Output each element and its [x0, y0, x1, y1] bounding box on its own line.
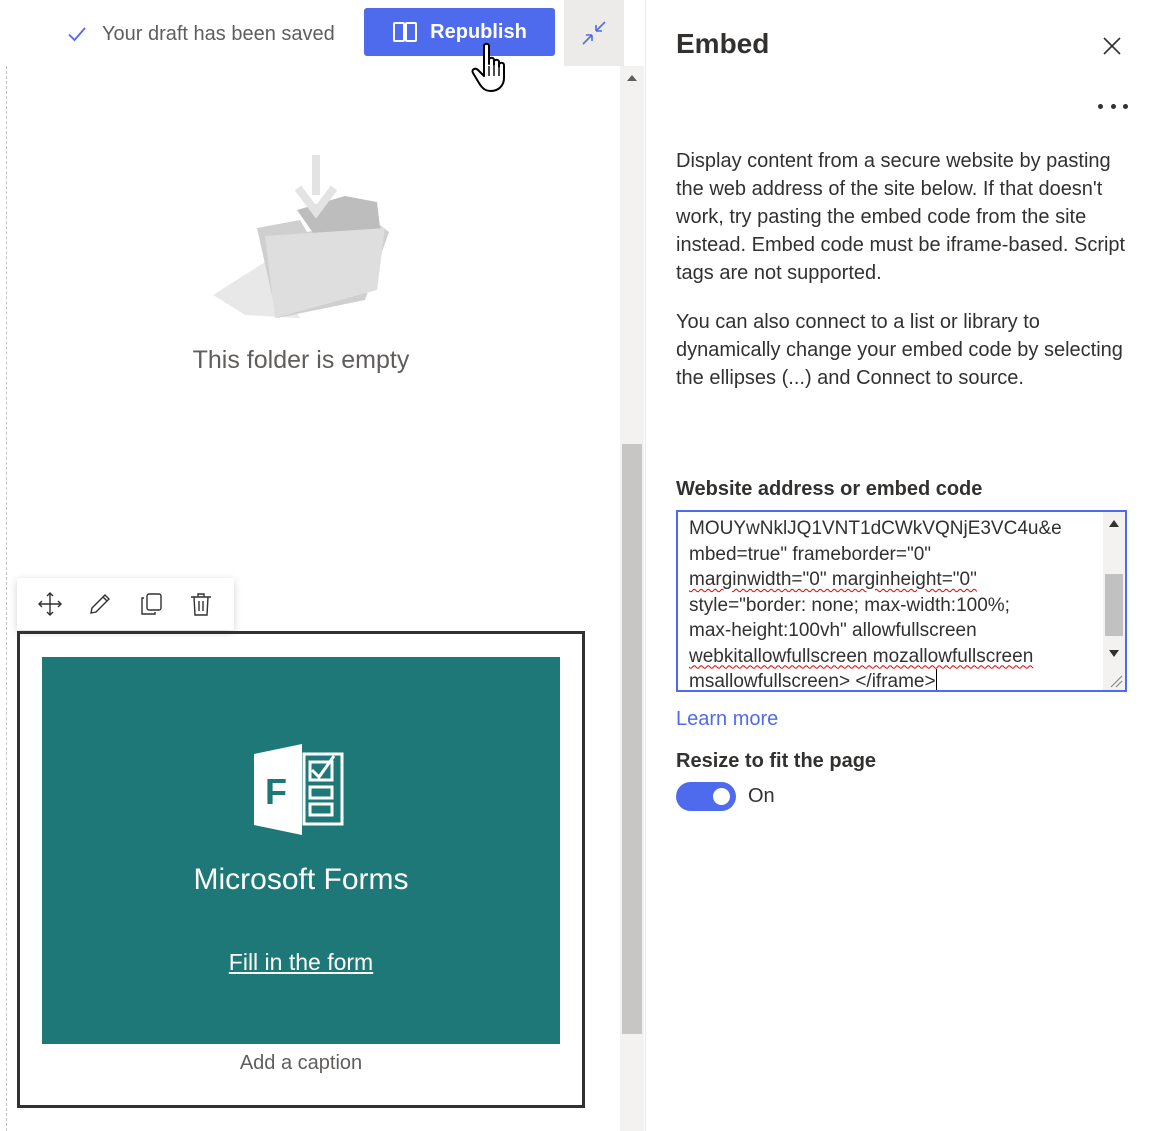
webpart-toolbar: [17, 578, 234, 630]
move-button[interactable]: [35, 589, 65, 619]
embed-code-line: marginwidth="0" marginheight="0": [689, 569, 977, 590]
empty-folder-icon: [213, 155, 389, 318]
triangle-up-icon: [1109, 519, 1119, 527]
learn-more-link[interactable]: Learn more: [676, 708, 778, 731]
textarea-scroll-thumb[interactable]: [1105, 574, 1123, 636]
panel-connect-description: You can also connect to a list or librar…: [676, 311, 1123, 389]
panel-description: Display content from a secure website by…: [676, 150, 1126, 284]
embed-code-line: webkitallowfullscreen mozallowfullscreen: [689, 645, 1034, 667]
pencil-icon: [90, 594, 111, 614]
edit-button[interactable]: [85, 589, 115, 619]
embed-code-textarea[interactable]: MOUYwNklJQ1VNT1dCWkVQNjE3VC4u&e mbed=tru…: [676, 510, 1127, 692]
republish-button[interactable]: Republish: [364, 8, 555, 56]
svg-text:F: F: [265, 771, 287, 812]
textarea-scrollbar[interactable]: [1103, 512, 1125, 690]
embed-code-line: MOUYwNklJQ1VNT1dCWkVQNjE3VC4u&e: [689, 518, 1062, 539]
embed-code-line: max-height:100vh" allowfullscreen: [689, 620, 977, 641]
check-icon: [68, 27, 86, 42]
embed-code-label: Website address or embed code: [676, 478, 983, 500]
section-guide-line: [6, 66, 7, 1131]
ellipsis-dot: [1110, 103, 1116, 109]
duplicate-button[interactable]: [136, 589, 166, 619]
page-canvas: Your draft has been saved Republish This…: [0, 0, 645, 1131]
embed-code-line: style="border: none; max-width:100%;: [689, 594, 1010, 616]
copy-icon: [140, 593, 162, 615]
delete-button[interactable]: [186, 589, 216, 619]
more-ellipsis-icon[interactable]: [1098, 96, 1128, 116]
panel-title: Embed: [676, 28, 770, 59]
microsoft-forms-icon: F: [254, 744, 344, 835]
resize-handle-icon[interactable]: [1107, 672, 1123, 688]
resize-toggle-label: Resize to fit the page: [676, 750, 877, 772]
hand-pointer-cursor: [471, 42, 505, 92]
draft-status: Your draft has been saved: [66, 20, 335, 48]
empty-folder-text: This folder is empty: [192, 346, 410, 374]
fill-form-link[interactable]: Fill in the form: [42, 949, 560, 976]
republish-label: Republish: [430, 20, 527, 43]
page-scrollbar[interactable]: [620, 66, 644, 1131]
embed-code-content[interactable]: MOUYwNklJQ1VNT1dCWkVQNjE3VC4u&e mbed=tru…: [689, 516, 1089, 692]
trash-icon: [190, 593, 211, 616]
resize-toggle[interactable]: [676, 782, 736, 811]
triangle-down-icon: [1109, 649, 1119, 657]
book-open-icon: [393, 22, 418, 42]
close-icon[interactable]: [1100, 34, 1124, 58]
text-caret: [935, 669, 937, 690]
embed-code-line: msallowfullscreen> </iframe>: [689, 671, 936, 692]
forms-title: Microsoft Forms: [193, 863, 409, 896]
scroll-up-arrow[interactable]: [620, 66, 644, 90]
resize-toggle-state: On: [748, 785, 775, 807]
textarea-scroll-down[interactable]: [1103, 642, 1125, 664]
move-icon: [38, 592, 63, 616]
scroll-thumb[interactable]: [622, 444, 642, 1034]
toggle-knob: [713, 788, 730, 805]
caption-input[interactable]: Add a caption: [17, 1052, 585, 1075]
embed-code-line: mbed=true" frameborder="0": [689, 543, 932, 565]
triangle-up-icon: [627, 75, 637, 81]
textarea-scroll-up[interactable]: [1103, 512, 1125, 534]
ellipsis-dot: [1098, 103, 1103, 109]
embed-property-pane: Embed Display content from a secure webs…: [645, 0, 1153, 1131]
collapse-arrows-icon: [582, 21, 606, 45]
collapse-button[interactable]: [564, 0, 624, 66]
ellipsis-dot: [1123, 103, 1128, 109]
draft-status-text: Your draft has been saved: [102, 22, 335, 45]
forms-embed-card[interactable]: F Microsoft Forms Fill in the form: [42, 657, 560, 1044]
